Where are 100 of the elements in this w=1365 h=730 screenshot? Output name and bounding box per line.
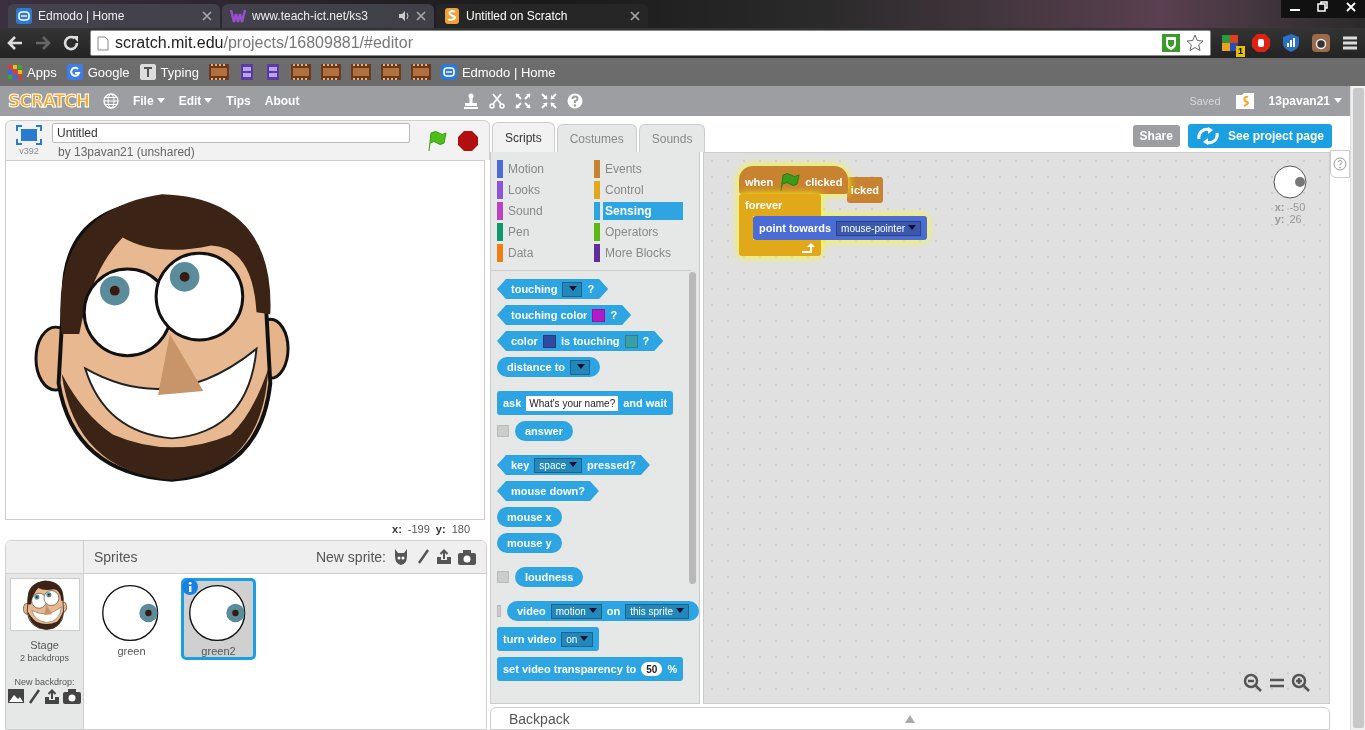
color-swatch[interactable] — [624, 334, 638, 348]
extension-blocks-icon[interactable] — [1221, 33, 1241, 53]
stop-hand-icon[interactable] — [1251, 33, 1271, 53]
color-swatch[interactable] — [592, 308, 606, 322]
scissors-icon[interactable] — [489, 93, 506, 109]
menu-item[interactable]: About — [264, 94, 300, 108]
scrollbar[interactable] — [689, 272, 696, 584]
sensing-block[interactable]: touching ? — [497, 279, 609, 299]
category-item[interactable]: Motion — [497, 160, 586, 178]
dropdown-field[interactable]: motion — [550, 603, 602, 619]
sensing-block[interactable]: mouse down? — [497, 481, 599, 501]
tab[interactable]: Costumes — [556, 124, 637, 152]
stamp-icon[interactable] — [463, 93, 480, 109]
stop-icon[interactable] — [457, 129, 479, 152]
close-tab-icon[interactable] — [416, 11, 426, 21]
film-strip-icon[interactable] — [290, 64, 311, 80]
shrink-icon[interactable] — [541, 93, 558, 109]
video-file-icon[interactable] — [264, 64, 281, 80]
event-block[interactable]: icked — [847, 177, 883, 203]
stage-thumbnail[interactable] — [9, 578, 80, 631]
browser-tab[interactable]: Edmodo | Home — [8, 4, 220, 28]
address-field[interactable]: scratch.mit.edu/projects/16809881/#editor — [90, 30, 1211, 56]
scrollbar[interactable] — [1352, 88, 1364, 728]
browser-tab[interactable]: www.teach-ict.net/ks3 — [222, 4, 434, 28]
sensing-block[interactable]: loudness — [515, 567, 584, 587]
dropdown-field[interactable] — [570, 359, 591, 375]
film-strip-icon[interactable] — [208, 64, 229, 80]
bookmark-link[interactable]: Google — [66, 64, 130, 80]
color-swatch[interactable] — [542, 334, 556, 348]
share-button[interactable]: Share — [1132, 125, 1180, 147]
upload-icon[interactable] — [436, 549, 452, 565]
reload-icon[interactable] — [62, 34, 80, 52]
sensing-block[interactable]: answer — [515, 421, 573, 441]
menu-icon[interactable] — [1341, 34, 1359, 52]
camera-icon[interactable] — [458, 549, 476, 565]
number-field[interactable]: 50 — [641, 662, 663, 676]
film-strip-icon[interactable] — [410, 64, 431, 80]
sprite-thumbnail[interactable]: green — [94, 578, 169, 660]
close-tab-icon[interactable] — [630, 11, 640, 21]
sensing-block[interactable]: turn video on — [497, 627, 600, 651]
tab[interactable]: Scripts — [492, 122, 555, 152]
category-item[interactable]: Sound — [497, 202, 586, 220]
dropdown-field[interactable]: mouse-pointer — [836, 220, 922, 236]
film-strip-icon[interactable] — [380, 64, 401, 80]
fullscreen-icon[interactable] — [16, 125, 42, 145]
info-icon[interactable] — [182, 579, 198, 595]
back-icon[interactable] — [6, 34, 24, 52]
forward-icon[interactable] — [34, 34, 52, 52]
category-item[interactable]: More Blocks — [594, 244, 683, 262]
help-icon[interactable] — [567, 93, 584, 109]
star-icon[interactable] — [1186, 34, 1204, 52]
shield-icon[interactable] — [1162, 34, 1180, 52]
paintbrush-icon[interactable] — [416, 549, 430, 565]
globe-icon[interactable] — [102, 93, 119, 109]
tab[interactable]: Sounds — [638, 124, 706, 152]
sensing-block[interactable]: key space pressed? — [497, 455, 650, 475]
category-item[interactable]: Control — [594, 181, 683, 199]
film-strip-icon[interactable] — [350, 64, 371, 80]
command-block[interactable]: point towards mouse-pointer — [753, 216, 928, 240]
menu-item[interactable]: File — [132, 94, 165, 108]
paintbrush-icon[interactable] — [27, 689, 41, 705]
upload-icon[interactable] — [44, 689, 60, 705]
bookmark-link[interactable]: Edmodo | Home — [440, 64, 556, 80]
sensing-block[interactable]: ask What's your name? and wait — [497, 391, 674, 415]
checkbox[interactable] — [497, 605, 501, 617]
category-item[interactable]: Events — [594, 160, 683, 178]
backpack-bar[interactable]: Backpack — [490, 707, 1330, 730]
dropdown-field[interactable]: on — [561, 631, 594, 647]
video-file-icon[interactable] — [238, 64, 255, 80]
checkbox[interactable] — [497, 571, 509, 583]
picture-icon[interactable] — [8, 689, 24, 703]
hat-block[interactable]: when clicked — [739, 166, 849, 194]
sprite-thumbnail[interactable]: green2 — [181, 578, 256, 660]
dropdown-field[interactable]: this sprite — [625, 603, 689, 619]
folder-s-icon[interactable] — [1234, 92, 1255, 110]
sensing-block[interactable]: color is touching ? — [497, 331, 664, 351]
sprite-library-icon[interactable] — [392, 548, 410, 566]
close-window-icon[interactable] — [1345, 0, 1357, 14]
project-page-button[interactable]: See project page — [1187, 124, 1332, 148]
category-item[interactable]: Pen — [497, 223, 586, 241]
close-tab-icon[interactable] — [202, 11, 212, 21]
camera-icon[interactable] — [1311, 33, 1331, 53]
film-strip-icon[interactable] — [320, 64, 341, 80]
restore-icon[interactable] — [1317, 0, 1329, 14]
sensing-block[interactable]: mouse y — [497, 533, 562, 553]
text-field[interactable]: What's your name? — [526, 395, 619, 411]
user-menu[interactable]: 13pavan21 — [1268, 94, 1342, 108]
zoom-out-icon[interactable] — [1243, 673, 1263, 693]
dropdown-field[interactable]: space — [534, 457, 583, 473]
menu-item[interactable]: Edit — [178, 94, 213, 108]
signal-shield-icon[interactable] — [1281, 33, 1301, 53]
browser-tab[interactable]: Untitled on Scratch — [436, 4, 648, 28]
project-title-field[interactable]: Untitled — [52, 122, 410, 143]
dropdown-field[interactable] — [562, 281, 583, 297]
sensing-block[interactable]: mouse x — [497, 507, 562, 527]
bookmark-link[interactable]: Apps — [8, 64, 57, 80]
grow-icon[interactable] — [515, 93, 532, 109]
zoom-in-icon[interactable] — [1291, 673, 1311, 693]
sensing-block[interactable]: set video transparency to 50 % — [497, 657, 684, 681]
sensing-block[interactable]: video motion on this sprite — [507, 601, 699, 621]
